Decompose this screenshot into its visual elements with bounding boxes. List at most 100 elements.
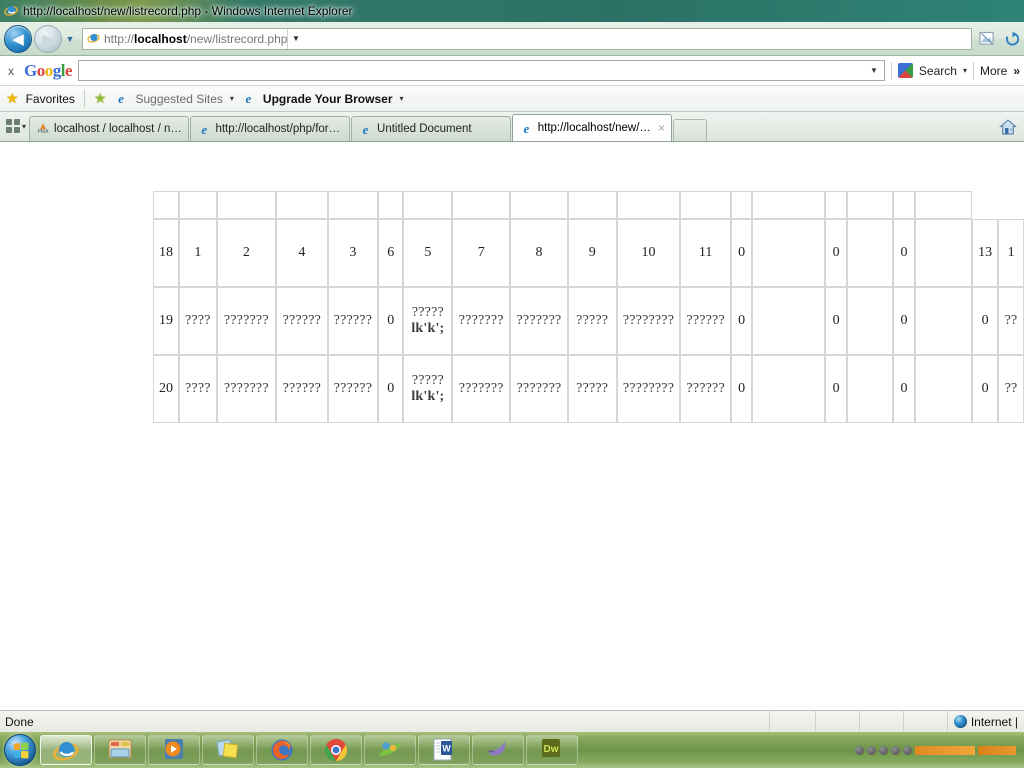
tray-dot <box>891 745 900 755</box>
table-cell: 0 <box>378 355 404 423</box>
taskbar-chrome[interactable] <box>310 735 362 765</box>
security-zone-indicator[interactable]: Internet | <box>946 710 1024 733</box>
tray-bar-1 <box>915 745 975 755</box>
table-header-cell <box>510 191 568 219</box>
windows-start-orb-icon[interactable] <box>4 734 36 766</box>
table-cell <box>914 287 973 355</box>
quick-tabs-button[interactable]: ▾ <box>4 113 29 139</box>
svg-text:Dw: Dw <box>544 744 559 755</box>
table-cell: 18 <box>153 219 179 287</box>
tab-untitled-document[interactable]: e Untitled Document <box>351 116 512 141</box>
google-search-dropdown-icon[interactable]: ▼ <box>864 66 884 75</box>
google-search-button[interactable]: Search <box>919 64 957 78</box>
quick-tabs-icon <box>6 119 20 133</box>
tab-label: http://localhost/new/li... <box>537 122 652 134</box>
table-cell: 0 <box>730 219 753 287</box>
firefox-icon <box>269 737 295 763</box>
status-bar: Done Internet | <box>0 710 1024 733</box>
back-arrow-icon[interactable]: ◀ <box>4 24 32 53</box>
tab-localhost-php-form[interactable]: e http://localhost/php/form... <box>190 116 351 141</box>
tray-bar-2 <box>978 745 1016 755</box>
home-icon <box>999 118 1017 134</box>
cell-subtext: lk'k'; <box>411 321 445 336</box>
table-cell: 0 <box>972 287 999 355</box>
table-cell <box>846 355 894 423</box>
close-tab-icon[interactable]: × <box>658 121 665 135</box>
taskbar-dreamweaver[interactable]: Dw <box>526 735 578 765</box>
tab-list-caret-icon[interactable]: ▾ <box>22 122 26 131</box>
table-header-cell <box>216 191 276 219</box>
tab-localhost-pma[interactable]: ▲ PMA localhost / localhost / new... <box>29 116 190 141</box>
add-to-favorites-icon[interactable]: ★ <box>94 90 107 107</box>
suggested-sites-button[interactable]: Suggested Sites <box>135 92 222 106</box>
internet-explorer-icon: e <box>201 121 208 137</box>
tab-label: localhost / localhost / new... <box>54 123 183 135</box>
google-search-caret-icon[interactable]: ▾ <box>963 66 967 75</box>
table-cell <box>752 355 826 423</box>
table-cell: 0 <box>825 219 847 287</box>
google-search-input[interactable]: ▼ <box>78 60 885 81</box>
home-button[interactable] <box>998 118 1018 136</box>
forward-arrow-icon[interactable]: ▶ <box>34 24 62 53</box>
refresh-icon[interactable] <box>1000 27 1024 51</box>
sticky-notes-icon <box>215 737 241 763</box>
table-header-cell <box>730 191 753 219</box>
url-path: /new/listrecord.php <box>186 31 288 46</box>
table-cell: 4 <box>275 219 328 287</box>
windows-flag-icon <box>13 741 28 759</box>
upgrade-browser-caret-icon[interactable]: ▾ <box>400 94 404 103</box>
google-more-button[interactable]: More <box>980 64 1007 78</box>
table-cell: 11 <box>680 219 731 287</box>
internet-explorer-icon: e <box>523 120 530 136</box>
compatibility-view-svg <box>978 31 994 45</box>
google-logo: Google <box>24 60 73 81</box>
taskbar-mysql[interactable] <box>472 735 524 765</box>
window-title-text: http://localhost/new/listrecord.php - Wi… <box>23 4 353 18</box>
taskbar-firefox[interactable] <box>256 735 308 765</box>
refresh-svg <box>1005 31 1019 46</box>
table-cell: ????? lk'k'; <box>403 287 453 355</box>
address-input[interactable]: http://localhost/new/listrecord.php ▼ <box>82 27 972 50</box>
logo-char-o2: o <box>44 60 54 80</box>
table-cell: 0 <box>972 355 999 423</box>
table-cell: 3 <box>327 219 379 287</box>
taskbar-sticky-notes[interactable] <box>202 735 254 765</box>
tray-dot <box>903 745 912 755</box>
taskbar-word[interactable]: W <box>418 735 470 765</box>
table-header-cell <box>567 191 617 219</box>
taskbar-messenger[interactable] <box>364 735 416 765</box>
taskbar-internet-explorer[interactable] <box>40 735 92 765</box>
table-cell: 9 <box>567 219 617 287</box>
table-cell: 2 <box>216 219 276 287</box>
suggested-sites-caret-icon[interactable]: ▾ <box>230 94 234 103</box>
table-cell: ????? <box>567 355 617 423</box>
table-cell <box>846 219 894 287</box>
table-cell: ?????? <box>275 355 328 423</box>
tray-dot <box>855 745 864 755</box>
new-tab-button[interactable] <box>673 119 708 141</box>
favorites-button[interactable]: Favorites <box>26 92 75 106</box>
upgrade-browser-button[interactable]: Upgrade Your Browser <box>263 92 393 106</box>
recent-pages-dropdown-icon[interactable]: ▼ <box>63 34 77 44</box>
table-cell: ??????? <box>510 287 568 355</box>
table-cell: 13 <box>972 219 999 287</box>
page-viewport[interactable]: 18 1 2 4 3 6 5 7 8 9 10 11 0 0 0 13 1 19?????????????????… <box>0 174 1024 732</box>
table-cell: ??????? <box>510 355 568 423</box>
logo-char-g2: g <box>52 60 62 80</box>
tab-label: Untitled Document <box>377 123 472 135</box>
close-toolbar-button[interactable]: x <box>4 64 18 78</box>
taskbar-windows-explorer[interactable] <box>94 735 146 765</box>
table-cell: 7 <box>452 219 511 287</box>
double-chevron-right-icon[interactable]: » <box>1013 64 1020 78</box>
records-table: 18 1 2 4 3 6 5 7 8 9 10 11 0 0 0 13 1 19?????????????????… <box>153 191 1024 423</box>
tab-listrecord-active[interactable]: e http://localhost/new/li... × <box>512 114 673 141</box>
table-header-cell <box>275 191 328 219</box>
table-cell <box>752 287 826 355</box>
suggested-sites-icon: e <box>118 91 124 106</box>
table-cell: ????? lk'k'; <box>403 355 453 423</box>
toolbar-divider-2 <box>972 61 974 80</box>
internet-explorer-icon: e <box>362 121 369 137</box>
address-dropdown-icon[interactable]: ▼ <box>287 28 303 49</box>
taskbar-media-player[interactable] <box>148 735 200 765</box>
compatibility-view-icon[interactable] <box>974 27 998 51</box>
